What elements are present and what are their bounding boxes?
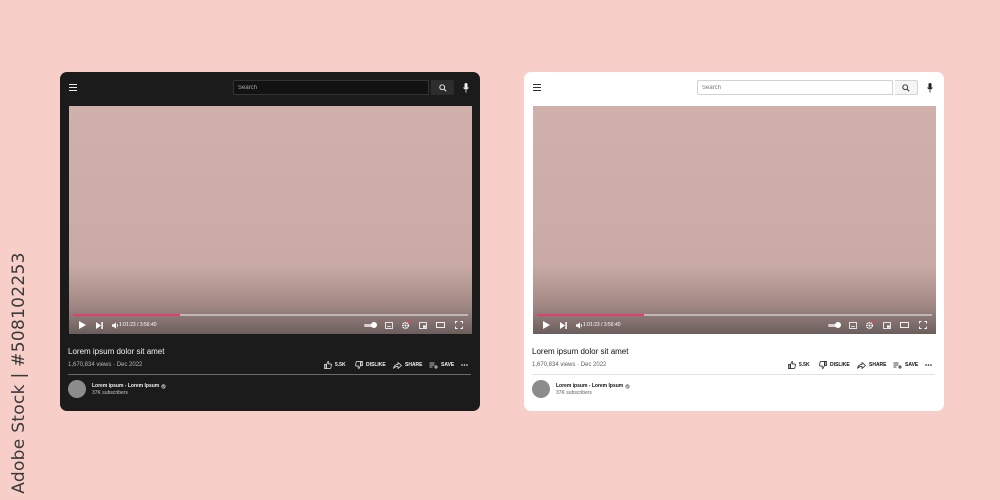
dislike-button[interactable]: DISLIKE [819, 360, 850, 370]
video-title: Lorem ipsum dolor sit amet [68, 347, 165, 356]
miniplayer-icon[interactable] [418, 319, 428, 331]
progress-played [73, 314, 180, 316]
time-display: 1:01:23 / 3:56:40 [583, 322, 621, 328]
channel-name[interactable]: Lorem ipsum - Lorem Ipsum [556, 383, 630, 390]
video-title: Lorem ipsum dolor sit amet [532, 347, 629, 356]
search-icon [438, 83, 447, 92]
subscriber-count: 37K subscribers [92, 390, 128, 396]
divider [68, 374, 471, 375]
theater-icon[interactable] [435, 319, 446, 331]
save-icon [893, 362, 902, 369]
theater-icon[interactable] [899, 319, 910, 331]
menu-icon[interactable] [533, 84, 541, 91]
search-button[interactable] [431, 80, 454, 95]
channel-name-text: Lorem ipsum - Lorem Ipsum [92, 383, 160, 389]
share-button[interactable]: SHARE [393, 360, 423, 370]
top-bar [60, 72, 480, 104]
like-button[interactable]: 5.5K [324, 360, 346, 370]
share-label: SHARE [405, 362, 423, 368]
save-button[interactable]: SAVE [893, 360, 918, 370]
search-button[interactable] [895, 80, 918, 95]
dislike-label: DISLIKE [830, 362, 850, 368]
dislike-button[interactable]: DISLIKE [355, 360, 386, 370]
fullscreen-icon[interactable] [918, 319, 928, 331]
time-display: 1:01:23 / 3:56:40 [119, 322, 157, 328]
search-input[interactable] [697, 80, 893, 95]
miniplayer-icon[interactable] [882, 319, 892, 331]
subtitles-icon[interactable] [848, 319, 858, 331]
like-icon [324, 361, 332, 369]
play-icon[interactable] [541, 319, 551, 331]
dislike-icon [819, 361, 827, 369]
subscriber-count: 37K subscribers [556, 390, 592, 396]
more-icon[interactable] [924, 362, 932, 368]
stock-watermark: Adobe Stock | #508102253 [6, 252, 32, 494]
like-count: 5.5K [799, 362, 810, 368]
share-icon [393, 361, 402, 369]
watermark-text: Adobe Stock | #508102253 [9, 252, 29, 494]
dislike-label: DISLIKE [366, 362, 386, 368]
next-icon[interactable] [94, 319, 104, 331]
video-meta: 1,670,834 views · Dec 2022 [532, 362, 607, 368]
video-area[interactable]: 1:01:23 / 3:56:40 [69, 106, 472, 334]
verified-icon [161, 384, 166, 389]
next-icon[interactable] [558, 319, 568, 331]
menu-icon[interactable] [69, 84, 77, 91]
search-input[interactable] [233, 80, 429, 95]
mic-icon[interactable] [924, 81, 936, 94]
autoplay-toggle[interactable] [828, 322, 841, 328]
settings-icon[interactable] [401, 319, 411, 331]
save-button[interactable]: SAVE [429, 360, 454, 370]
avatar[interactable] [532, 380, 550, 398]
avatar[interactable] [68, 380, 86, 398]
progress-bar[interactable] [537, 314, 932, 316]
play-icon[interactable] [77, 319, 87, 331]
top-bar [524, 72, 944, 104]
video-page-dark: 1:01:23 / 3:56:40 Lorem ipsum dolor sit … [60, 72, 480, 411]
subtitles-icon[interactable] [384, 319, 394, 331]
share-label: SHARE [869, 362, 887, 368]
save-icon [429, 362, 438, 369]
progress-bar[interactable] [73, 314, 468, 316]
fullscreen-icon[interactable] [454, 319, 464, 331]
search-icon [902, 83, 910, 92]
like-count: 5.5K [335, 362, 346, 368]
divider [532, 374, 935, 375]
mic-icon[interactable] [460, 81, 472, 94]
like-icon [788, 361, 796, 369]
video-page-light: 1:01:23 / 3:56:40 Lorem ipsum dolor sit … [524, 72, 944, 411]
settings-icon[interactable] [865, 319, 875, 331]
like-button[interactable]: 5.5K [788, 360, 810, 370]
share-button[interactable]: SHARE [857, 360, 887, 370]
save-label: SAVE [905, 362, 919, 368]
progress-played [537, 314, 644, 316]
save-label: SAVE [441, 362, 455, 368]
video-area[interactable]: 1:01:23 / 3:56:40 [533, 106, 936, 334]
share-icon [857, 361, 866, 369]
autoplay-toggle[interactable] [364, 322, 377, 328]
verified-icon [625, 384, 630, 389]
dislike-icon [355, 361, 363, 369]
channel-name[interactable]: Lorem ipsum - Lorem Ipsum [92, 383, 166, 390]
channel-name-text: Lorem ipsum - Lorem Ipsum [556, 383, 624, 389]
video-meta: 1,670,834 views · Dec 2022 [68, 362, 143, 368]
more-icon[interactable] [460, 362, 468, 368]
